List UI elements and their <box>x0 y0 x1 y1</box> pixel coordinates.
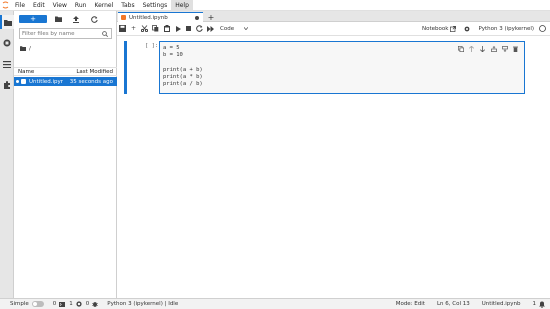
file-modified: 35 seconds ago <box>69 78 113 85</box>
column-modified-header[interactable]: Last Modified <box>76 69 113 75</box>
folder-icon[interactable] <box>20 46 26 51</box>
new-tab-button[interactable]: + <box>206 12 216 22</box>
kernel-name[interactable]: Python 3 (ipykernel) <box>478 26 534 32</box>
bug-icon <box>92 302 99 307</box>
menu-run[interactable]: Run <box>71 0 91 11</box>
stop-icon[interactable] <box>183 23 194 34</box>
copy-icon[interactable] <box>150 23 161 34</box>
code-line: b = 10 <box>163 52 183 59</box>
running-terminals-icon[interactable] <box>0 36 14 50</box>
terminal-icon <box>59 301 66 307</box>
move-up-icon[interactable] <box>466 44 477 53</box>
restart-run-all-icon[interactable] <box>205 23 216 34</box>
activity-bar <box>0 11 14 298</box>
debugger-count[interactable]: 0 <box>86 301 99 307</box>
toolbar-right: Notebook Python 3 (ipykernel) <box>422 25 546 32</box>
code-line: a = 5 <box>163 45 180 51</box>
file-row[interactable]: Untitled.ipynb 35 seconds ago <box>14 77 117 86</box>
code-cell[interactable]: [ ]: a = 5 b = 10 print(a + b) print(a *… <box>124 41 525 94</box>
table-of-contents-icon[interactable] <box>0 57 14 71</box>
insert-below-icon[interactable] <box>499 44 510 53</box>
cell-prompt: [ ]: <box>145 43 159 49</box>
code-line: print(a / b) <box>163 81 203 88</box>
notebook-panel: [ ]: a = 5 b = 10 print(a + b) print(a *… <box>117 36 550 298</box>
tab-label: Untitled.ipynb <box>129 14 168 21</box>
cursor-position[interactable]: Ln 6, Col 13 <box>437 301 470 307</box>
notebook-file-icon <box>21 79 26 84</box>
document-tab-bar: Untitled.ipynb + <box>117 11 550 22</box>
menu-bar: File Edit View Run Kernel Tabs Settings … <box>0 0 550 11</box>
kernel-icon <box>76 301 82 307</box>
simple-mode-label: Simple <box>10 301 29 307</box>
filter-files-field[interactable] <box>19 28 112 39</box>
file-browser-toolbar: + <box>14 13 117 25</box>
kernels-value: 1 <box>69 301 73 307</box>
debugger-value: 0 <box>85 301 90 307</box>
notebook-tab-icon <box>121 15 126 20</box>
refresh-icon[interactable] <box>87 14 101 24</box>
menu-view[interactable]: View <box>49 0 71 11</box>
upload-icon[interactable] <box>69 14 83 24</box>
cell-toolbar <box>455 44 521 53</box>
terminals-value: 0 <box>52 301 57 307</box>
cell-type-select[interactable]: Code <box>220 26 248 32</box>
open-external-icon[interactable] <box>450 25 457 32</box>
extension-manager-icon[interactable] <box>0 78 14 92</box>
kernel-status[interactable]: Python 3 (ipykernel) | Idle <box>107 301 178 307</box>
search-icon <box>102 30 108 37</box>
kernels-count[interactable]: 1 <box>69 301 82 307</box>
file-name: Untitled.ipynb <box>29 78 63 85</box>
insert-cell-icon[interactable]: + <box>128 23 139 34</box>
notebook-label[interactable]: Notebook <box>422 26 448 32</box>
jupyter-logo-icon <box>0 0 11 11</box>
status-filename: Untitled.ipynb <box>481 301 521 307</box>
column-name-header[interactable]: Name <box>18 69 68 75</box>
breadcrumb-root[interactable]: / <box>29 46 31 52</box>
move-down-icon[interactable] <box>477 44 488 53</box>
cell-type-value: Code <box>220 25 235 32</box>
menu-tabs[interactable]: Tabs <box>117 0 138 11</box>
breadcrumb: / <box>20 45 31 52</box>
file-browser-icon[interactable] <box>0 15 14 29</box>
kernel-idle-icon <box>539 25 546 32</box>
insert-above-icon[interactable] <box>488 44 499 53</box>
tab-untitled-notebook[interactable]: Untitled.ipynb <box>118 12 203 22</box>
restart-kernel-icon[interactable] <box>194 23 205 34</box>
menu-settings[interactable]: Settings <box>139 0 172 11</box>
notebook-toolbar: + Code Notebook Python 3 (ipykernel) <box>117 22 550 36</box>
filter-files-input[interactable] <box>22 30 102 37</box>
delete-cell-icon[interactable] <box>510 44 521 53</box>
simple-mode-toggle[interactable] <box>31 301 44 307</box>
file-list-header: Name Last Modified <box>14 67 117 76</box>
unsaved-close-icon[interactable] <box>195 15 199 20</box>
bell-icon[interactable] <box>539 301 545 308</box>
menu-kernel[interactable]: Kernel <box>90 0 117 11</box>
code-line: print(a + b) <box>163 66 203 73</box>
file-browser-panel: + / Name Last Modified Untitled.ipynb 35… <box>14 11 117 298</box>
running-indicator-icon <box>16 80 19 83</box>
duplicate-cell-icon[interactable] <box>455 44 466 53</box>
terminals-count[interactable]: 0 <box>53 301 66 307</box>
run-icon[interactable] <box>172 23 183 34</box>
status-bar: Simple 0 1 0 Python 3 (ipykernel) | Idle… <box>0 298 550 309</box>
cell-collapser[interactable] <box>124 41 127 94</box>
status-right: Mode: Edit Ln 6, Col 13 Untitled.ipynb 1 <box>396 301 550 308</box>
gear-icon[interactable] <box>464 26 470 32</box>
new-launcher-button[interactable]: + <box>19 15 47 23</box>
cell-code[interactable]: a = 5 b = 10 print(a + b) print(a * b) p… <box>163 45 203 88</box>
code-line: print(a * b) <box>163 73 203 80</box>
save-icon[interactable] <box>117 23 128 34</box>
paste-icon[interactable] <box>161 23 172 34</box>
menu-help[interactable]: Help <box>171 0 193 11</box>
notifications-count[interactable]: 1 <box>533 301 537 307</box>
menu-file[interactable]: File <box>11 0 29 11</box>
menu-edit[interactable]: Edit <box>29 0 49 11</box>
cell-editor[interactable]: a = 5 b = 10 print(a + b) print(a * b) p… <box>159 41 525 94</box>
chevron-down-icon <box>244 27 248 30</box>
new-folder-icon[interactable] <box>51 14 65 24</box>
editor-mode: Mode: Edit <box>395 301 425 307</box>
cut-icon[interactable] <box>139 23 150 34</box>
